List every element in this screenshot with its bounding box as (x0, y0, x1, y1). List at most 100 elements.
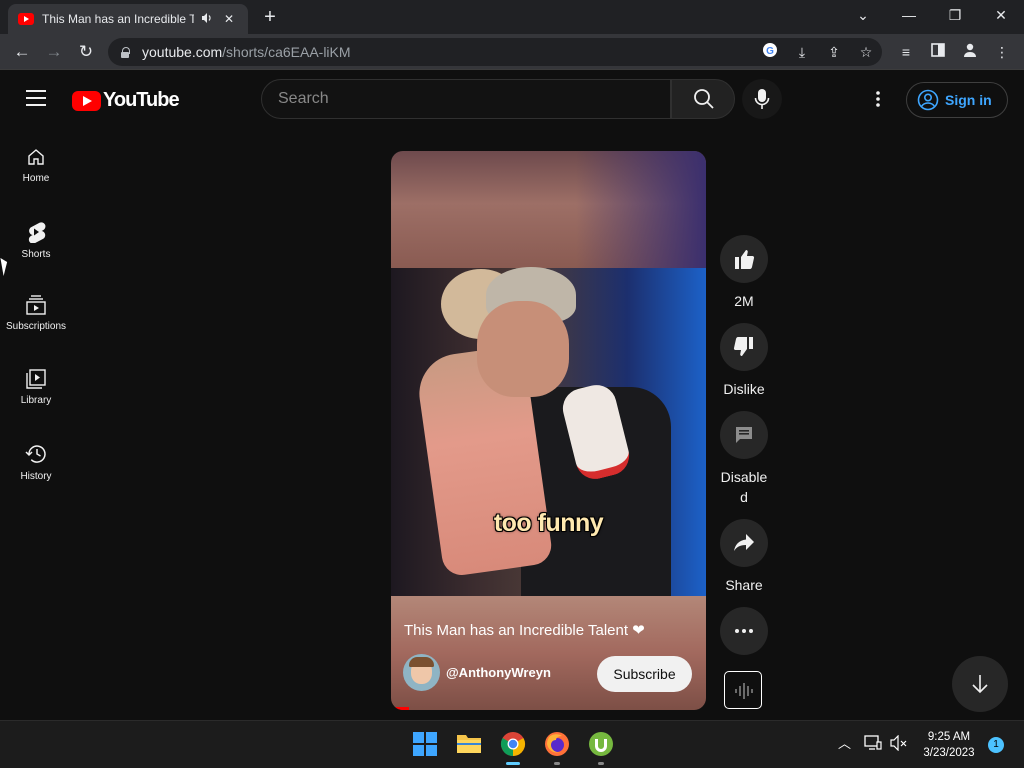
restore-button[interactable]: ❐ (932, 0, 978, 30)
comments-label: Disable d (719, 467, 769, 507)
profile-icon[interactable] (960, 42, 980, 62)
media-controls-icon[interactable]: ≡ (896, 42, 916, 62)
channel-avatar[interactable] (403, 654, 440, 691)
sidebar-item-label: Shorts (21, 249, 51, 260)
thumbs-up-icon (735, 250, 755, 269)
comment-icon (736, 427, 752, 443)
new-tab-button[interactable]: + (258, 6, 282, 28)
windows-taskbar: ︿ 9:25 AM 3/23/2023 1 (0, 720, 1024, 768)
clock-date: 3/23/2023 (923, 747, 975, 759)
video-blur-bottom (391, 596, 706, 710)
subscriptions-icon (26, 295, 46, 315)
dislike-action: Dislike (719, 323, 769, 399)
comments-label-line2: d (740, 489, 748, 505)
shorts-video-player[interactable]: too funny This Man has an Incredible Tal… (391, 151, 706, 710)
comments-label-line1: Disable (720, 469, 768, 485)
chrome-icon[interactable] (500, 731, 528, 759)
google-lens-icon[interactable]: G (760, 42, 780, 62)
network-icon[interactable] (864, 735, 882, 754)
volume-muted-icon[interactable] (890, 734, 908, 754)
youtube-header: YouTube Search Sign in (0, 71, 1024, 127)
speaker-icon[interactable] (198, 12, 216, 27)
sound-pivot-button[interactable] (724, 671, 762, 709)
comments-button[interactable] (720, 411, 768, 459)
share-button[interactable] (720, 519, 768, 567)
more-horizontal-icon (735, 629, 753, 633)
like-button[interactable] (720, 235, 768, 283)
video-figure-man-head (477, 301, 569, 397)
notification-badge[interactable]: 1 (988, 737, 1004, 753)
settings-dots-icon[interactable] (868, 89, 888, 109)
thumbs-down-icon (733, 337, 753, 356)
sign-in-button[interactable]: Sign in (906, 82, 1008, 118)
install-app-icon[interactable]: ⤓ (792, 42, 812, 62)
reload-button[interactable]: ↻ (74, 40, 98, 64)
dislike-label: Dislike (723, 381, 765, 397)
browser-tab-strip: This Man has an Incredible T ✕ + ⌄ — ❐ ✕ (0, 0, 1024, 34)
taskbar-clock[interactable]: 9:25 AM 3/23/2023 (914, 729, 984, 761)
sidebar-item-home[interactable]: Home (0, 127, 72, 201)
browser-tab[interactable]: This Man has an Incredible T ✕ (8, 4, 248, 34)
browser-toolbar: ← → ↻ youtube.com/shorts/ca6EAA-liKM G ⤓… (0, 34, 1024, 70)
forward-button[interactable]: → (42, 40, 66, 64)
bookmark-star-icon[interactable]: ☆ (856, 42, 876, 62)
youtube-favicon-icon (18, 13, 34, 25)
share-page-icon[interactable]: ⇪ (824, 42, 844, 62)
youtube-play-logo-icon (72, 90, 101, 111)
url-path: /shorts/ca6EAA-liKM (222, 44, 351, 60)
firefox-running-indicator (554, 762, 560, 765)
like-count: 2M (734, 293, 754, 309)
audio-wave-icon (735, 683, 753, 699)
side-panel-icon[interactable] (928, 42, 948, 62)
voice-search-button[interactable] (742, 79, 782, 119)
more-actions-button[interactable] (720, 607, 768, 655)
guide-menu-icon[interactable] (26, 90, 46, 106)
sidebar-item-label: History (20, 471, 52, 482)
clock-time: 9:25 AM (927, 731, 971, 743)
sidebar-item-library[interactable]: Library (0, 349, 72, 423)
windows-start-icon[interactable] (412, 731, 440, 759)
shorts-icon (28, 222, 46, 243)
url-host: youtube.com (142, 44, 223, 60)
sign-in-label: Sign in (945, 92, 992, 108)
video-progress-bar[interactable] (391, 707, 409, 710)
firefox-icon[interactable] (544, 731, 572, 759)
minimize-button[interactable]: — (886, 0, 932, 30)
next-short-button[interactable] (952, 656, 1008, 712)
sidebar-item-subscriptions[interactable]: Subscriptions (0, 275, 72, 349)
lock-icon[interactable] (120, 47, 130, 58)
history-icon (25, 445, 46, 463)
share-action: Share (719, 519, 769, 595)
show-hidden-icons-icon[interactable]: ︿ (838, 733, 851, 752)
subscribe-button[interactable]: Subscribe (597, 656, 692, 692)
youtube-logo[interactable]: YouTube (72, 89, 180, 112)
utorrent-icon[interactable] (588, 731, 616, 759)
microphone-icon (754, 89, 770, 109)
dislike-button[interactable] (720, 323, 768, 371)
search-input[interactable]: Search (261, 79, 671, 119)
search-icon (694, 89, 714, 109)
more-action (719, 607, 769, 655)
sidebar-item-history[interactable]: History (0, 423, 72, 497)
browser-menu-icon[interactable]: ⋮ (992, 42, 1012, 62)
sidebar-item-label: Library (20, 395, 52, 406)
file-explorer-icon[interactable] (456, 731, 484, 759)
arrow-down-icon (972, 675, 988, 694)
utorrent-running-indicator (598, 762, 604, 765)
back-button[interactable]: ← (10, 40, 34, 64)
channel-name[interactable]: @AnthonyWreyn (446, 665, 551, 680)
sidebar-item-shorts[interactable]: Shorts (0, 201, 72, 275)
video-caption: too funny (493, 509, 604, 537)
close-tab-icon[interactable]: ✕ (220, 12, 238, 26)
youtube-logo-text: YouTube (103, 89, 180, 111)
search-button[interactable] (671, 79, 735, 119)
tab-search-icon[interactable]: ⌄ (840, 0, 886, 30)
comments-action: Disable d (719, 411, 769, 507)
close-window-button[interactable]: ✕ (978, 0, 1024, 30)
share-arrow-icon (734, 534, 754, 551)
home-icon (28, 149, 44, 165)
like-action: 2M (719, 235, 769, 311)
sidebar-item-label: Subscriptions (5, 321, 67, 332)
video-title[interactable]: This Man has an Incredible Talent ❤ (404, 621, 694, 639)
sidebar-item-label: Home (22, 173, 50, 184)
